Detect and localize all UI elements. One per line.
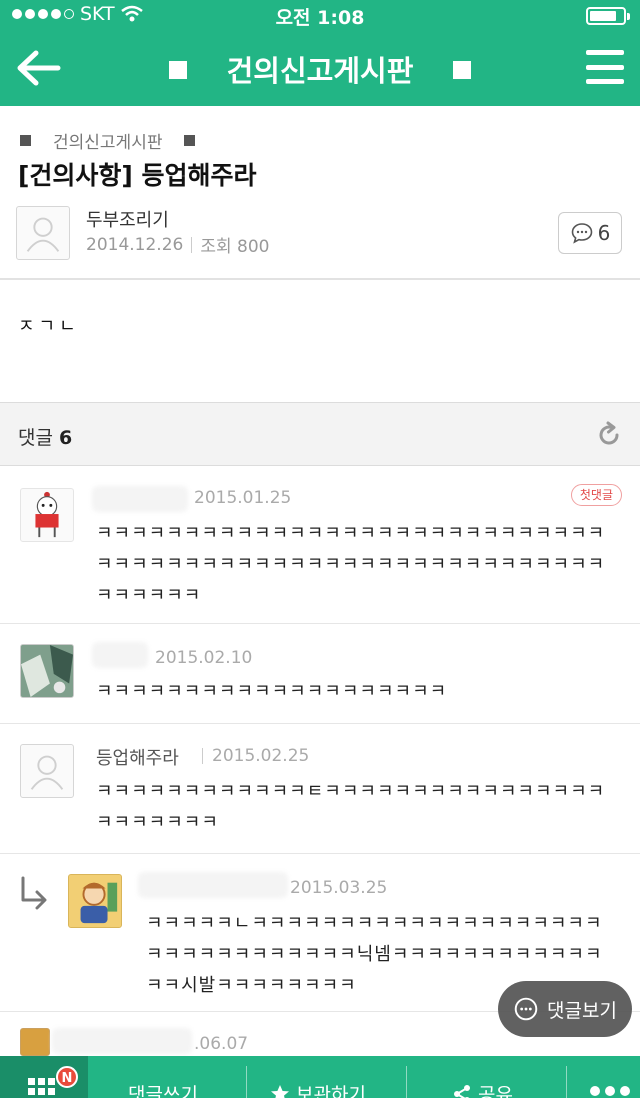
view-comments-button[interactable]: 댓글보기: [498, 981, 632, 1037]
share-button[interactable]: 공유: [452, 1080, 513, 1098]
more-dots-icon[interactable]: [590, 1086, 630, 1096]
cartoon-avatar-icon: [69, 875, 121, 927]
commenter-avatar[interactable]: [20, 488, 74, 542]
commenter-avatar[interactable]: [68, 874, 122, 928]
refresh-icon[interactable]: [594, 420, 624, 450]
top-nav-bar: 건의신고게시판: [0, 30, 640, 106]
hamburger-menu-icon[interactable]: [586, 50, 624, 84]
reply-arrow-icon: [21, 876, 47, 910]
battery-icon: [586, 7, 630, 25]
comment-date: .06.07: [194, 1034, 249, 1054]
post-content: ㅈㄱㄴ: [18, 316, 80, 337]
clock: 오전 1:08: [275, 7, 365, 29]
nav-title: 건의신고게시판: [226, 54, 414, 88]
status-bar: SKT 오전 1:08: [0, 0, 640, 30]
post-date: 2014.12.26: [86, 234, 184, 255]
blurred-commenter-name: [138, 872, 288, 898]
square-icon: [453, 61, 472, 79]
comments-count: 6: [59, 427, 73, 449]
comment-count-button[interactable]: 6: [558, 212, 622, 254]
comment-text: ㅋㅋㅋㅋㅋㅋㅋㅋㅋㅋㅋㅋㅋㅋㅋㅋㅋㅋㅋㅋ: [96, 681, 448, 702]
comment-text: ㅋㅋㅋㅋㅋㅋㅋㅋㅋㅋㅋㅋㅋㅋㅋㅋㅋㅋㅋㅋㅋㅋㅋㅋㅋㅋㅋㅋㅋㅋㅋㅋㅋㅋㅋㅋㅋㅋㅋㅋ…: [96, 523, 606, 606]
author-name[interactable]: 두부조리기: [86, 206, 169, 232]
divider: [191, 236, 193, 253]
new-badge: N: [56, 1066, 78, 1088]
blurred-commenter-name: [52, 1028, 192, 1054]
square-icon: [168, 61, 187, 79]
board-title-selector[interactable]: 건의신고게시판: [0, 48, 640, 90]
speech-bubble-icon: [571, 223, 592, 244]
bottom-toolbar: N 댓글쓰기 보관하기 공유: [0, 1056, 640, 1098]
first-comment-badge: 첫댓글: [570, 484, 622, 506]
post-body: ㅈㄱㄴ: [0, 282, 640, 402]
mascot-avatar-icon: [35, 491, 59, 538]
square-icon: [184, 135, 196, 146]
comment-item: 2015.02.10 ㅋㅋㅋㅋㅋㅋㅋㅋㅋㅋㅋㅋㅋㅋㅋㅋㅋㅋㅋㅋ: [0, 624, 640, 724]
author-avatar[interactable]: [16, 206, 70, 260]
post-meta: 2014.12.26 조회 800: [86, 232, 270, 258]
default-user-icon: [30, 755, 64, 790]
comment-date: 2015.03.25: [290, 878, 388, 898]
write-comment-label: 댓글쓰기: [128, 1084, 198, 1098]
photo-avatar-icon: [21, 645, 73, 697]
board-name: 건의신고게시판: [53, 133, 163, 153]
write-comment-button[interactable]: 댓글쓰기: [128, 1080, 198, 1098]
default-user-icon: [26, 217, 60, 252]
bookmark-label: 보관하기: [296, 1084, 366, 1098]
comment-count: 6: [597, 221, 611, 245]
bookmark-button[interactable]: 보관하기: [270, 1080, 366, 1098]
blurred-commenter-name: [92, 486, 188, 512]
post-title: [건의사항] 등업해주라: [18, 161, 257, 190]
blurred-commenter-name: [92, 642, 148, 668]
comment-item: 등업해주라 2015.02.25 ㅋㅋㅋㅋㅋㅋㅋㅋㅋㅋㅋㅋㅌㅋㅋㅋㅋㅋㅋㅋㅋㅋㅋ…: [0, 724, 640, 854]
apps-button[interactable]: N: [0, 1056, 88, 1098]
grid-icon: [28, 1078, 55, 1095]
comment-date: 2015.02.25: [212, 746, 310, 766]
view-comments-label: 댓글보기: [547, 999, 617, 1022]
breadcrumb[interactable]: 건의신고게시판: [20, 128, 196, 153]
divider: [406, 1066, 407, 1098]
comment-text: ㅋㅋㅋㅋㅋㅋㅋㅋㅋㅋㅋㅋㅌㅋㅋㅋㅋㅋㅋㅋㅋㅋㅋㅋㅋㅋㅋㅋㅋㅋㅋㅋㅋㅋㅋㅋ: [96, 781, 606, 833]
comments-header: 댓글 6: [0, 402, 640, 466]
comments-label: 댓글 6: [18, 427, 73, 449]
star-icon: [271, 1084, 289, 1098]
square-icon: [20, 135, 31, 146]
divider: [202, 748, 203, 764]
view-count: 조회 800: [200, 237, 270, 257]
commenter-avatar[interactable]: [20, 1028, 50, 1056]
divider: [566, 1066, 567, 1098]
comment-date: 2015.01.25: [194, 488, 292, 508]
comment-item: 2015.01.25 첫댓글 ㅋㅋㅋㅋㅋㅋㅋㅋㅋㅋㅋㅋㅋㅋㅋㅋㅋㅋㅋㅋㅋㅋㅋㅋㅋ…: [0, 466, 640, 624]
commenter-name[interactable]: 등업해주라: [96, 744, 179, 770]
speech-bubble-icon: [514, 997, 538, 1021]
share-icon: [454, 1084, 470, 1098]
comment-date: 2015.02.10: [155, 648, 253, 668]
share-label: 공유: [478, 1084, 513, 1098]
commenter-avatar[interactable]: [20, 744, 74, 798]
commenter-avatar[interactable]: [20, 644, 74, 698]
divider: [246, 1066, 247, 1098]
post-header: 건의신고게시판 [건의사항] 등업해주라 두부조리기 2014.12.26 조회…: [0, 106, 640, 280]
